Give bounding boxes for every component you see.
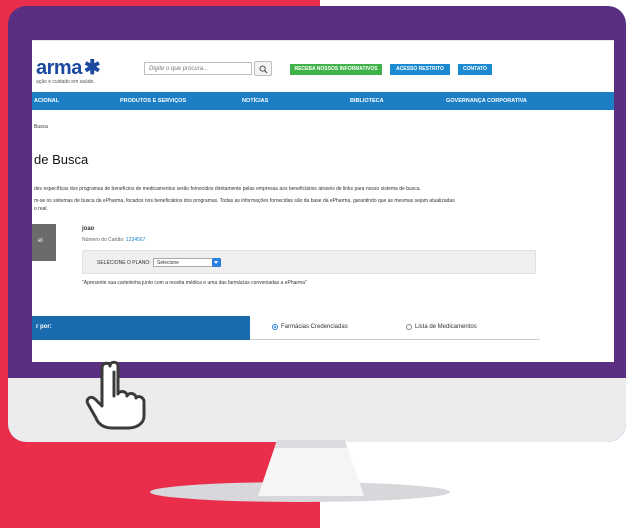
radio-pharmacies[interactable]: Farmácias Credenciadas (272, 324, 348, 330)
plan-select-value: Selecione (157, 260, 179, 266)
radio-medicines-label: Lista de Medicamentos (415, 324, 477, 330)
card-side-label: el (38, 238, 43, 244)
filter-divider (250, 339, 540, 340)
nav-item-governance[interactable]: GOVERNANÇA CORPORATIVA (446, 92, 527, 110)
card-notice: "Apresente sua carteirinha junto com a r… (82, 280, 307, 286)
search-input[interactable]: Digite o que procura... (144, 62, 252, 75)
radio-medicines[interactable]: Lista de Medicamentos (406, 324, 477, 330)
card-number-value: 1234567 (125, 237, 146, 243)
radio-pharmacies-label: Farmácias Credenciadas (281, 324, 348, 330)
site-header: arma ✱ ação e cuidado em saúde. Digite o … (32, 40, 614, 93)
radio-medicines-dot[interactable] (406, 324, 412, 330)
logo-text: arma (36, 57, 82, 79)
newsletter-button[interactable]: RECEBA NOSSOS INFORMATIVOS (290, 64, 382, 75)
contact-button[interactable]: CONTATO (458, 64, 492, 75)
select-arrow-icon (212, 258, 221, 267)
nav-item-products[interactable]: PRODUTOS E SERVIÇOS (120, 92, 186, 110)
magnifier-icon (259, 65, 268, 74)
page-title: de Busca (34, 152, 89, 167)
search-button[interactable] (254, 61, 272, 76)
site-logo[interactable]: arma ✱ (36, 55, 101, 80)
monitor-screen: arma ✱ ação e cuidado em saúde. Digite o … (32, 40, 614, 362)
nav-item-news[interactable]: NOTÍCIAS (242, 92, 268, 110)
intro-paragraph-3: o real. (34, 206, 48, 212)
nav-item-institucional[interactable]: ACIONAL (34, 92, 59, 110)
radio-pharmacies-dot[interactable] (272, 324, 278, 330)
site-tagline: ação e cuidado em saúde. (36, 79, 95, 85)
card-side-panel: el (32, 224, 56, 261)
intro-paragraph-1: des específicas dos programas de benefíc… (34, 186, 421, 192)
intro-paragraph-2: m-se os sistemas de busca da ePharma, fo… (34, 198, 455, 204)
filter-bar: r por: (32, 316, 250, 340)
filter-label: r por: (36, 324, 52, 330)
pointing-hand-icon (85, 360, 146, 430)
plan-label: SELECIONE O PLANO: (97, 260, 151, 266)
card-number-row: Número do Cartão: 1234567 (82, 237, 145, 243)
plan-select[interactable]: Selecione (153, 258, 221, 267)
user-name: joao (82, 226, 95, 232)
star-person-icon: ✱ (83, 57, 101, 79)
breadcrumb[interactable]: Busca (34, 124, 48, 130)
main-nav: ACIONAL PRODUTOS E SERVIÇOS NOTÍCIAS BIB… (32, 92, 614, 110)
restricted-access-button[interactable]: ACESSO RESTRITO (390, 64, 450, 75)
card-number-label: Número do Cartão: (82, 237, 125, 243)
plan-selector-box: SELECIONE O PLANO: Selecione (82, 250, 536, 274)
nav-item-library[interactable]: BIBLIOTECA (350, 92, 384, 110)
